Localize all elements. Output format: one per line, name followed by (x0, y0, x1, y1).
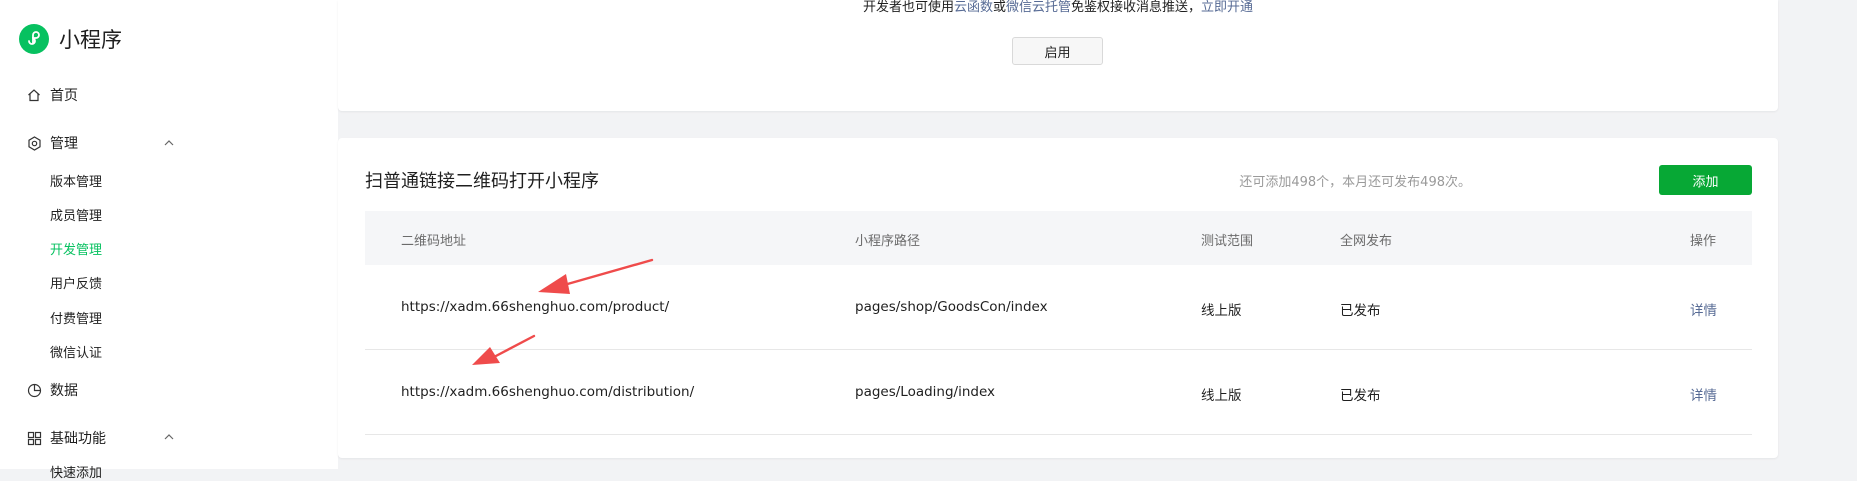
annotation-arrow-1 (538, 258, 654, 294)
nav-data[interactable]: 数据 (26, 380, 78, 400)
publish-status-cell: 已发布 (1340, 388, 1381, 404)
details-link[interactable]: 详情 (1690, 384, 1717, 404)
miniprogram-logo-icon (19, 24, 49, 54)
section-title: 扫普通链接二维码打开小程序 (365, 171, 599, 192)
message-push-notice: 开发者也可使用云函数或微信云托管免鉴权接收消息推送，立即开通 (338, 0, 1778, 16)
nav-version-manage[interactable]: 版本管理 (50, 171, 102, 190)
brand-title: 小程序 (59, 28, 122, 52)
scope-cell: 线上版 (1201, 388, 1242, 404)
quota-text: 还可添加498个，本月还可发布498次。 (1239, 175, 1471, 190)
col-miniprogram-path: 小程序路径 (855, 234, 921, 249)
nav-home[interactable]: 首页 (26, 85, 78, 105)
enable-button[interactable]: 启用 (1012, 37, 1103, 65)
nav-basic-partial-item[interactable]: 快速添加 (50, 462, 102, 481)
nav-member-manage[interactable]: 成员管理 (50, 205, 102, 224)
notice-or: 或 (992, 0, 1006, 15)
col-qrcode-url: 二维码地址 (401, 234, 467, 249)
col-test-scope: 测试范围 (1201, 234, 1254, 249)
details-link[interactable]: 详情 (1690, 299, 1717, 319)
nav-user-feedback[interactable]: 用户反馈 (50, 273, 102, 292)
nav-home-label: 首页 (50, 88, 78, 104)
annotation-arrow-2 (472, 334, 536, 365)
nav-manage[interactable]: 管理 (26, 133, 78, 153)
col-actions: 操作 (1690, 234, 1717, 249)
nav-wechat-auth[interactable]: 微信认证 (50, 342, 102, 361)
add-button[interactable]: 添加 (1659, 165, 1752, 195)
chevron-up-icon[interactable] (162, 430, 176, 444)
message-push-card: 开发者也可使用云函数或微信云托管免鉴权接收消息推送，立即开通 启用 (338, 0, 1778, 111)
qrcode-url-cell: https://xadm.66shenghuo.com/distribution… (401, 384, 695, 400)
chevron-up-icon[interactable] (162, 136, 176, 150)
pie-chart-icon (26, 382, 42, 398)
settings-icon (26, 135, 42, 151)
brand[interactable]: 小程序 (19, 24, 122, 54)
qrcode-url-cell: https://xadm.66shenghuo.com/product/ (401, 299, 670, 315)
nav-manage-label: 管理 (50, 136, 78, 152)
table-row: https://xadm.66shenghuo.com/distribution… (365, 350, 1752, 435)
path-cell: pages/Loading/index (855, 384, 996, 400)
notice-suffix: 免鉴权接收消息推送， (1071, 0, 1202, 15)
nav-basic-features[interactable]: 基础功能 (26, 428, 106, 448)
nav-dev-manage[interactable]: 开发管理 (50, 239, 102, 258)
col-global-publish: 全网发布 (1340, 234, 1393, 249)
notice-prefix: 开发者也可使用 (862, 0, 954, 15)
nav-data-label: 数据 (50, 383, 78, 399)
open-now-link[interactable]: 立即开通 (1201, 0, 1253, 15)
scope-cell: 线上版 (1201, 303, 1242, 319)
nav-basic-features-label: 基础功能 (50, 431, 106, 447)
qrcode-rules-table: 二维码地址 小程序路径 测试范围 全网发布 操作 https://xadm.66… (365, 211, 1752, 435)
nav-payment-manage[interactable]: 付费管理 (50, 308, 102, 327)
grid-icon (26, 430, 42, 446)
cloud-hosting-link[interactable]: 微信云托管 (1006, 0, 1071, 15)
cloud-function-link[interactable]: 云函数 (954, 0, 993, 15)
home-icon (26, 87, 42, 103)
path-cell: pages/shop/GoodsCon/index (855, 299, 1048, 315)
sidebar: 小程序 首页 管理 版本管理 成员管理 开发管理 用户反馈 付费管理 微信认证 … (0, 0, 338, 481)
publish-status-cell: 已发布 (1340, 303, 1381, 319)
